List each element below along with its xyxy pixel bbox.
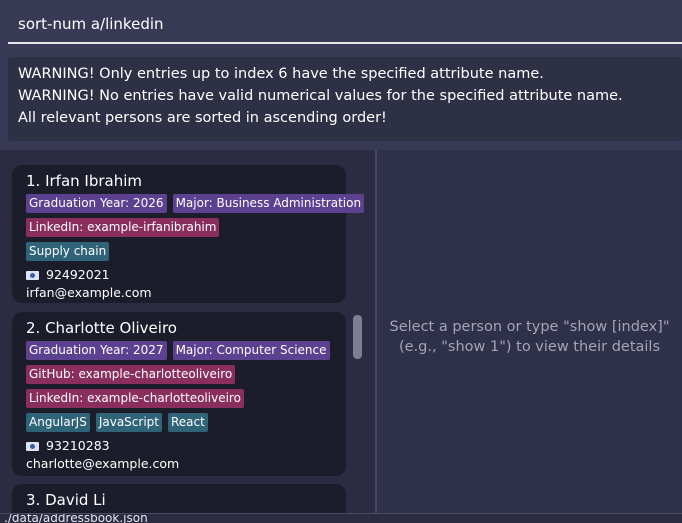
- person-card[interactable]: 1. Irfan Ibrahim Graduation Year: 2026 M…: [12, 165, 365, 303]
- command-box: [0, 0, 682, 50]
- tag-skill: React: [167, 413, 208, 432]
- placeholder-line: (e.g., "show 1") to view their details: [399, 339, 660, 355]
- phone-number: 92492021: [46, 267, 110, 282]
- tag-linkedin: LinkedIn: example-charlotteoliveiro: [26, 389, 244, 408]
- result-line: WARNING! No entries have valid numerical…: [18, 88, 623, 104]
- tag-skill: JavaScript: [95, 413, 162, 432]
- tag-skill: Supply chain: [26, 242, 110, 261]
- email-line: irfan@example.com: [26, 285, 152, 300]
- person-card[interactable]: 2. Charlotte Oliveiro Graduation Year: 2…: [12, 312, 346, 476]
- tag-row: GitHub: example-charlotteoliveiro: [26, 365, 332, 384]
- tag-row: LinkedIn: example-irfanibrahim: [26, 218, 332, 237]
- command-input[interactable]: [8, 6, 682, 44]
- result-line: WARNING! Only entries up to index 6 have…: [18, 66, 544, 82]
- tag-row: Graduation Year: 2027 Major: Computer Sc…: [26, 341, 332, 360]
- list-scrollbar[interactable]: [353, 315, 362, 359]
- phone-line: 93210283: [26, 437, 332, 455]
- phone-icon: [26, 270, 39, 280]
- phone-number: 93210283: [46, 438, 110, 453]
- phone-line: 92492021: [26, 266, 332, 284]
- result-line: All relevant persons are sorted in ascen…: [18, 110, 387, 126]
- tag-linkedin: LinkedIn: example-irfanibrahim: [26, 218, 220, 237]
- placeholder-line: Select a person or type "show [index]": [389, 319, 670, 335]
- data-file-path: ./data/addressbook.json: [4, 513, 148, 523]
- status-bar: ./data/addressbook.json: [0, 513, 682, 523]
- detail-placeholder: Select a person or type "show [index]" (…: [377, 317, 682, 357]
- tag-major: Major: Computer Science: [172, 341, 330, 360]
- person-card[interactable]: 3. David Li: [12, 484, 346, 513]
- tag-graduation-year: Graduation Year: 2026: [26, 194, 167, 213]
- tag-row: Graduation Year: 2026 Major: Business Ad…: [26, 194, 365, 213]
- tag-github: GitHub: example-charlotteoliveiro: [26, 365, 236, 384]
- tag-skill: AngularJS: [26, 413, 90, 432]
- tag-row: Supply chain: [26, 242, 332, 261]
- person-list-panel[interactable]: 1. Irfan Ibrahim Graduation Year: 2026 M…: [0, 150, 376, 513]
- tag-graduation-year: Graduation Year: 2027: [26, 341, 167, 360]
- tag-row: AngularJS JavaScript React: [26, 413, 332, 432]
- person-detail-panel: Select a person or type "show [index]" (…: [377, 150, 682, 513]
- tag-major: Major: Business Administration: [172, 194, 365, 213]
- result-display: WARNING! Only entries up to index 6 have…: [8, 57, 682, 141]
- tag-row: LinkedIn: example-charlotteoliveiro: [26, 389, 332, 408]
- phone-icon: [26, 441, 39, 451]
- person-name: 1. Irfan Ibrahim: [26, 172, 143, 190]
- person-name: 2. Charlotte Oliveiro: [26, 319, 177, 337]
- email-line: charlotte@example.com: [26, 456, 180, 471]
- person-name: 3. David Li: [26, 491, 106, 509]
